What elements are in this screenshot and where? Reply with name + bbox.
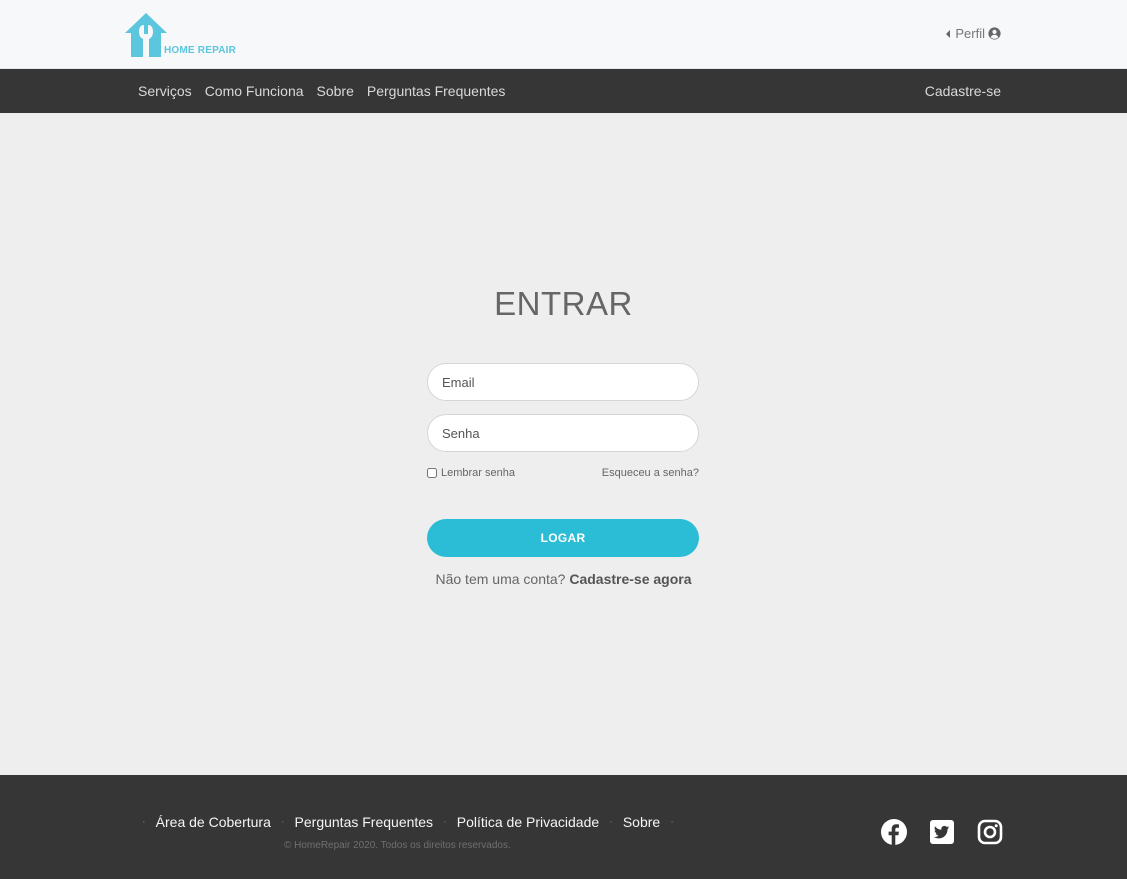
user-circle-icon	[988, 27, 1001, 40]
remember-checkbox[interactable]	[427, 468, 437, 478]
footer-link-politica-privacidade[interactable]: Política de Privacidade	[457, 814, 599, 830]
separator-dot: ·	[142, 816, 146, 828]
signup-prompt: Não tem uma conta? Cadastre-se agora	[0, 571, 1127, 587]
remember-label: Lembrar senha	[441, 467, 515, 479]
social-links	[881, 819, 1003, 850]
copyright-text: © HomeRepair 2020. Todos os direitos res…	[284, 840, 511, 851]
home-repair-logo[interactable]: HOME REPAIR	[124, 10, 244, 58]
footer-link-perguntas-frequentes[interactable]: Perguntas Frequentes	[295, 814, 434, 830]
nav-item-servicos[interactable]: Serviços	[138, 83, 192, 99]
login-section: ENTRAR Lembrar senha Esqueceu a senha? L…	[0, 113, 1127, 775]
profile-label: Perfil	[955, 26, 985, 41]
remember-password[interactable]: Lembrar senha	[427, 467, 515, 479]
email-input[interactable]	[427, 363, 699, 401]
signup-now-link[interactable]: Cadastre-se agora	[569, 571, 691, 587]
footer-link-area-cobertura[interactable]: Área de Cobertura	[156, 814, 271, 830]
login-title: ENTRAR	[494, 285, 633, 322]
separator-dot: ·	[443, 816, 447, 828]
nav-item-perguntas-frequentes[interactable]: Perguntas Frequentes	[367, 83, 506, 99]
nav-item-sobre[interactable]: Sobre	[317, 83, 354, 99]
brand-name: HOME REPAIR	[164, 45, 237, 56]
twitter-icon[interactable]	[929, 819, 955, 850]
nav-links: Serviços Como Funciona Sobre Perguntas F…	[138, 69, 505, 113]
footer-link-sobre[interactable]: Sobre	[623, 814, 660, 830]
password-input[interactable]	[427, 414, 699, 452]
instagram-icon[interactable]	[977, 819, 1003, 850]
caret-left-icon	[946, 29, 951, 38]
site-footer: · Área de Cobertura · Perguntas Frequent…	[0, 775, 1127, 879]
login-button[interactable]: LOGAR	[427, 519, 699, 557]
nav-item-como-funciona[interactable]: Como Funciona	[205, 83, 304, 99]
profile-menu[interactable]: Perfil	[946, 26, 1001, 41]
main-nav: Serviços Como Funciona Sobre Perguntas F…	[0, 69, 1127, 113]
top-header: HOME REPAIR Perfil	[0, 0, 1127, 69]
no-account-text: Não tem uma conta?	[435, 571, 566, 587]
house-wrench-icon	[125, 13, 167, 57]
nav-signup-link[interactable]: Cadastre-se	[925, 83, 1001, 99]
separator-dot: ·	[280, 816, 285, 828]
footer-links: · Área de Cobertura · Perguntas Frequent…	[142, 814, 674, 830]
forgot-password-link[interactable]: Esqueceu a senha?	[602, 467, 699, 479]
separator-dot: ·	[670, 816, 674, 828]
facebook-icon[interactable]	[881, 819, 907, 850]
separator-dot: ·	[609, 816, 613, 828]
